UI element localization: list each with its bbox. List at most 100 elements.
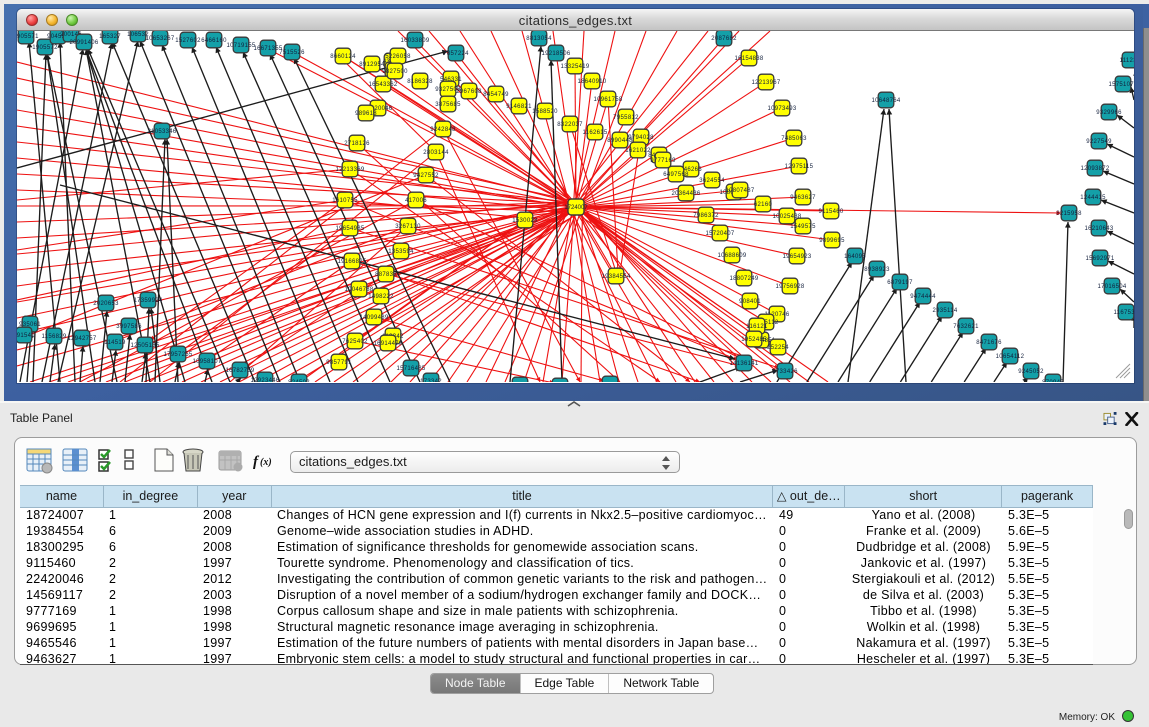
- svg-text:8912954: 8912954: [359, 62, 385, 68]
- svg-text:7515526: 7515526: [279, 50, 305, 56]
- svg-text:18640910: 18640910: [577, 79, 606, 85]
- svg-text:9227549: 9227549: [1086, 139, 1112, 145]
- svg-text:1527602: 1527602: [175, 38, 201, 44]
- svg-text:1724007: 1724007: [564, 205, 588, 211]
- svg-text:8471676: 8471676: [976, 340, 1002, 346]
- svg-text:989618: 989618: [355, 111, 377, 117]
- svg-text:19654985: 19654985: [335, 226, 364, 232]
- svg-text:2803144: 2803144: [423, 150, 449, 156]
- svg-text:19166825: 19166825: [337, 259, 366, 265]
- svg-text:9329966: 9329966: [1096, 110, 1122, 116]
- svg-text:2718126: 2718126: [344, 141, 370, 147]
- svg-text:1621022: 1621022: [625, 148, 651, 154]
- svg-text:1549575: 1549575: [790, 224, 816, 230]
- svg-text:173342: 173342: [420, 379, 442, 382]
- svg-text:8186328: 8186328: [407, 79, 433, 85]
- svg-text:165327: 165327: [99, 34, 121, 40]
- svg-text:f: f: [253, 454, 260, 470]
- svg-text:3997586: 3997586: [116, 324, 142, 330]
- svg-text:9115460: 9115460: [818, 209, 843, 215]
- svg-text:62160: 62160: [754, 202, 773, 208]
- svg-text:10653267: 10653267: [145, 36, 174, 42]
- svg-text:1905571: 1905571: [17, 34, 39, 40]
- svg-text:10961758: 10961758: [593, 97, 622, 103]
- svg-text:1156829: 1156829: [41, 334, 66, 340]
- svg-text:116121: 116121: [746, 324, 768, 330]
- svg-text:10046788: 10046788: [344, 287, 373, 293]
- svg-text:1610755: 1610755: [332, 198, 358, 204]
- svg-text:9242848: 9242848: [430, 127, 456, 133]
- svg-text:14136141: 14136141: [729, 361, 758, 367]
- svg-text:16210643: 16210643: [1084, 226, 1113, 232]
- svg-text:1162615: 1162615: [582, 130, 607, 136]
- svg-text:9327500: 9327500: [382, 69, 408, 75]
- svg-text:10973493: 10973493: [767, 106, 796, 112]
- svg-text:12923446: 12923446: [250, 378, 279, 382]
- svg-text:9245052: 9245052: [1018, 369, 1044, 375]
- svg-text:2020653: 2020653: [93, 301, 119, 307]
- svg-text:6466160: 6466160: [201, 38, 227, 44]
- svg-text:9794028: 9794028: [628, 135, 654, 141]
- svg-text:824502: 824502: [288, 380, 310, 382]
- svg-text:15692971: 15692971: [1085, 256, 1114, 262]
- svg-text:14099489: 14099489: [359, 315, 388, 321]
- svg-text:391541: 391541: [17, 333, 35, 339]
- svg-text:17359924: 17359924: [133, 298, 162, 304]
- svg-text:15716485: 15716485: [396, 366, 425, 372]
- svg-text:7955812: 7955812: [613, 115, 639, 121]
- svg-text:1588520: 1588520: [532, 109, 558, 115]
- svg-text:12213369: 12213369: [335, 167, 364, 173]
- svg-text:21053346: 21053346: [147, 129, 176, 135]
- svg-text:114519: 114519: [104, 340, 126, 346]
- svg-text:908401: 908401: [739, 299, 761, 305]
- svg-text:5226058: 5226058: [385, 54, 411, 60]
- svg-text:1244415: 1244415: [1080, 195, 1106, 201]
- svg-text:12213967: 12213967: [751, 80, 780, 86]
- svg-text:9857791: 9857791: [326, 360, 352, 366]
- svg-text:164095: 164095: [844, 254, 866, 260]
- svg-text:9463627: 9463627: [790, 195, 816, 201]
- svg-text:3624554: 3624554: [699, 178, 725, 184]
- svg-text:16033809: 16033809: [400, 38, 429, 44]
- svg-text:19218506: 19218506: [541, 51, 570, 57]
- svg-text:17957255: 17957255: [163, 352, 192, 358]
- svg-text:111233: 111233: [1120, 58, 1134, 64]
- svg-text:10654112: 10654112: [996, 354, 1025, 360]
- svg-text:10648764: 10648764: [871, 98, 900, 104]
- svg-text:17016504: 17016504: [1097, 284, 1126, 290]
- svg-text:19654923: 19654923: [782, 254, 811, 260]
- svg-text:12942757: 12942757: [67, 336, 96, 342]
- svg-text:7625402: 7625402: [342, 339, 368, 345]
- svg-text:1905572: 1905572: [32, 45, 58, 51]
- svg-text:16782759: 16782759: [225, 368, 254, 374]
- svg-text:9899695: 9899695: [819, 238, 845, 244]
- svg-text:7986372: 7986372: [693, 213, 719, 219]
- svg-text:1952485: 1952485: [741, 337, 767, 343]
- svg-text:6879197: 6879197: [887, 280, 913, 286]
- svg-text:12505135: 12505135: [130, 343, 159, 349]
- svg-text:7857224: 7857224: [443, 51, 469, 57]
- svg-text:1353594: 1353594: [388, 249, 414, 255]
- svg-text:16543362: 16543362: [368, 82, 397, 88]
- svg-text:252254: 252254: [767, 345, 789, 351]
- svg-text:9146821: 9146821: [506, 104, 532, 110]
- svg-text:9777169: 9777169: [650, 158, 676, 164]
- svg-text:8215958: 8215958: [1056, 211, 1082, 217]
- svg-text:2935114: 2935114: [932, 308, 957, 314]
- svg-text:887833: 887833: [375, 272, 397, 278]
- svg-text:20991406: 20991406: [69, 40, 98, 46]
- svg-text:8938923: 8938923: [864, 267, 890, 273]
- svg-text:16154838: 16154838: [734, 56, 763, 62]
- svg-text:417006: 417006: [405, 198, 427, 204]
- svg-text:1498222: 1498222: [368, 294, 394, 300]
- svg-text:15720407: 15720407: [705, 231, 734, 237]
- svg-text:13325419: 13325419: [560, 64, 589, 70]
- svg-text:1167531: 1167531: [1113, 310, 1134, 316]
- svg-text:8813054: 8813054: [526, 36, 552, 42]
- svg-text:10807487: 10807487: [725, 188, 754, 194]
- svg-text:15751074: 15751074: [1108, 82, 1134, 88]
- svg-text:8322037: 8322037: [557, 122, 583, 128]
- svg-text:12975115: 12975115: [785, 164, 814, 170]
- svg-text:8454749: 8454749: [483, 92, 509, 98]
- svg-text:16914479: 16914479: [373, 341, 402, 347]
